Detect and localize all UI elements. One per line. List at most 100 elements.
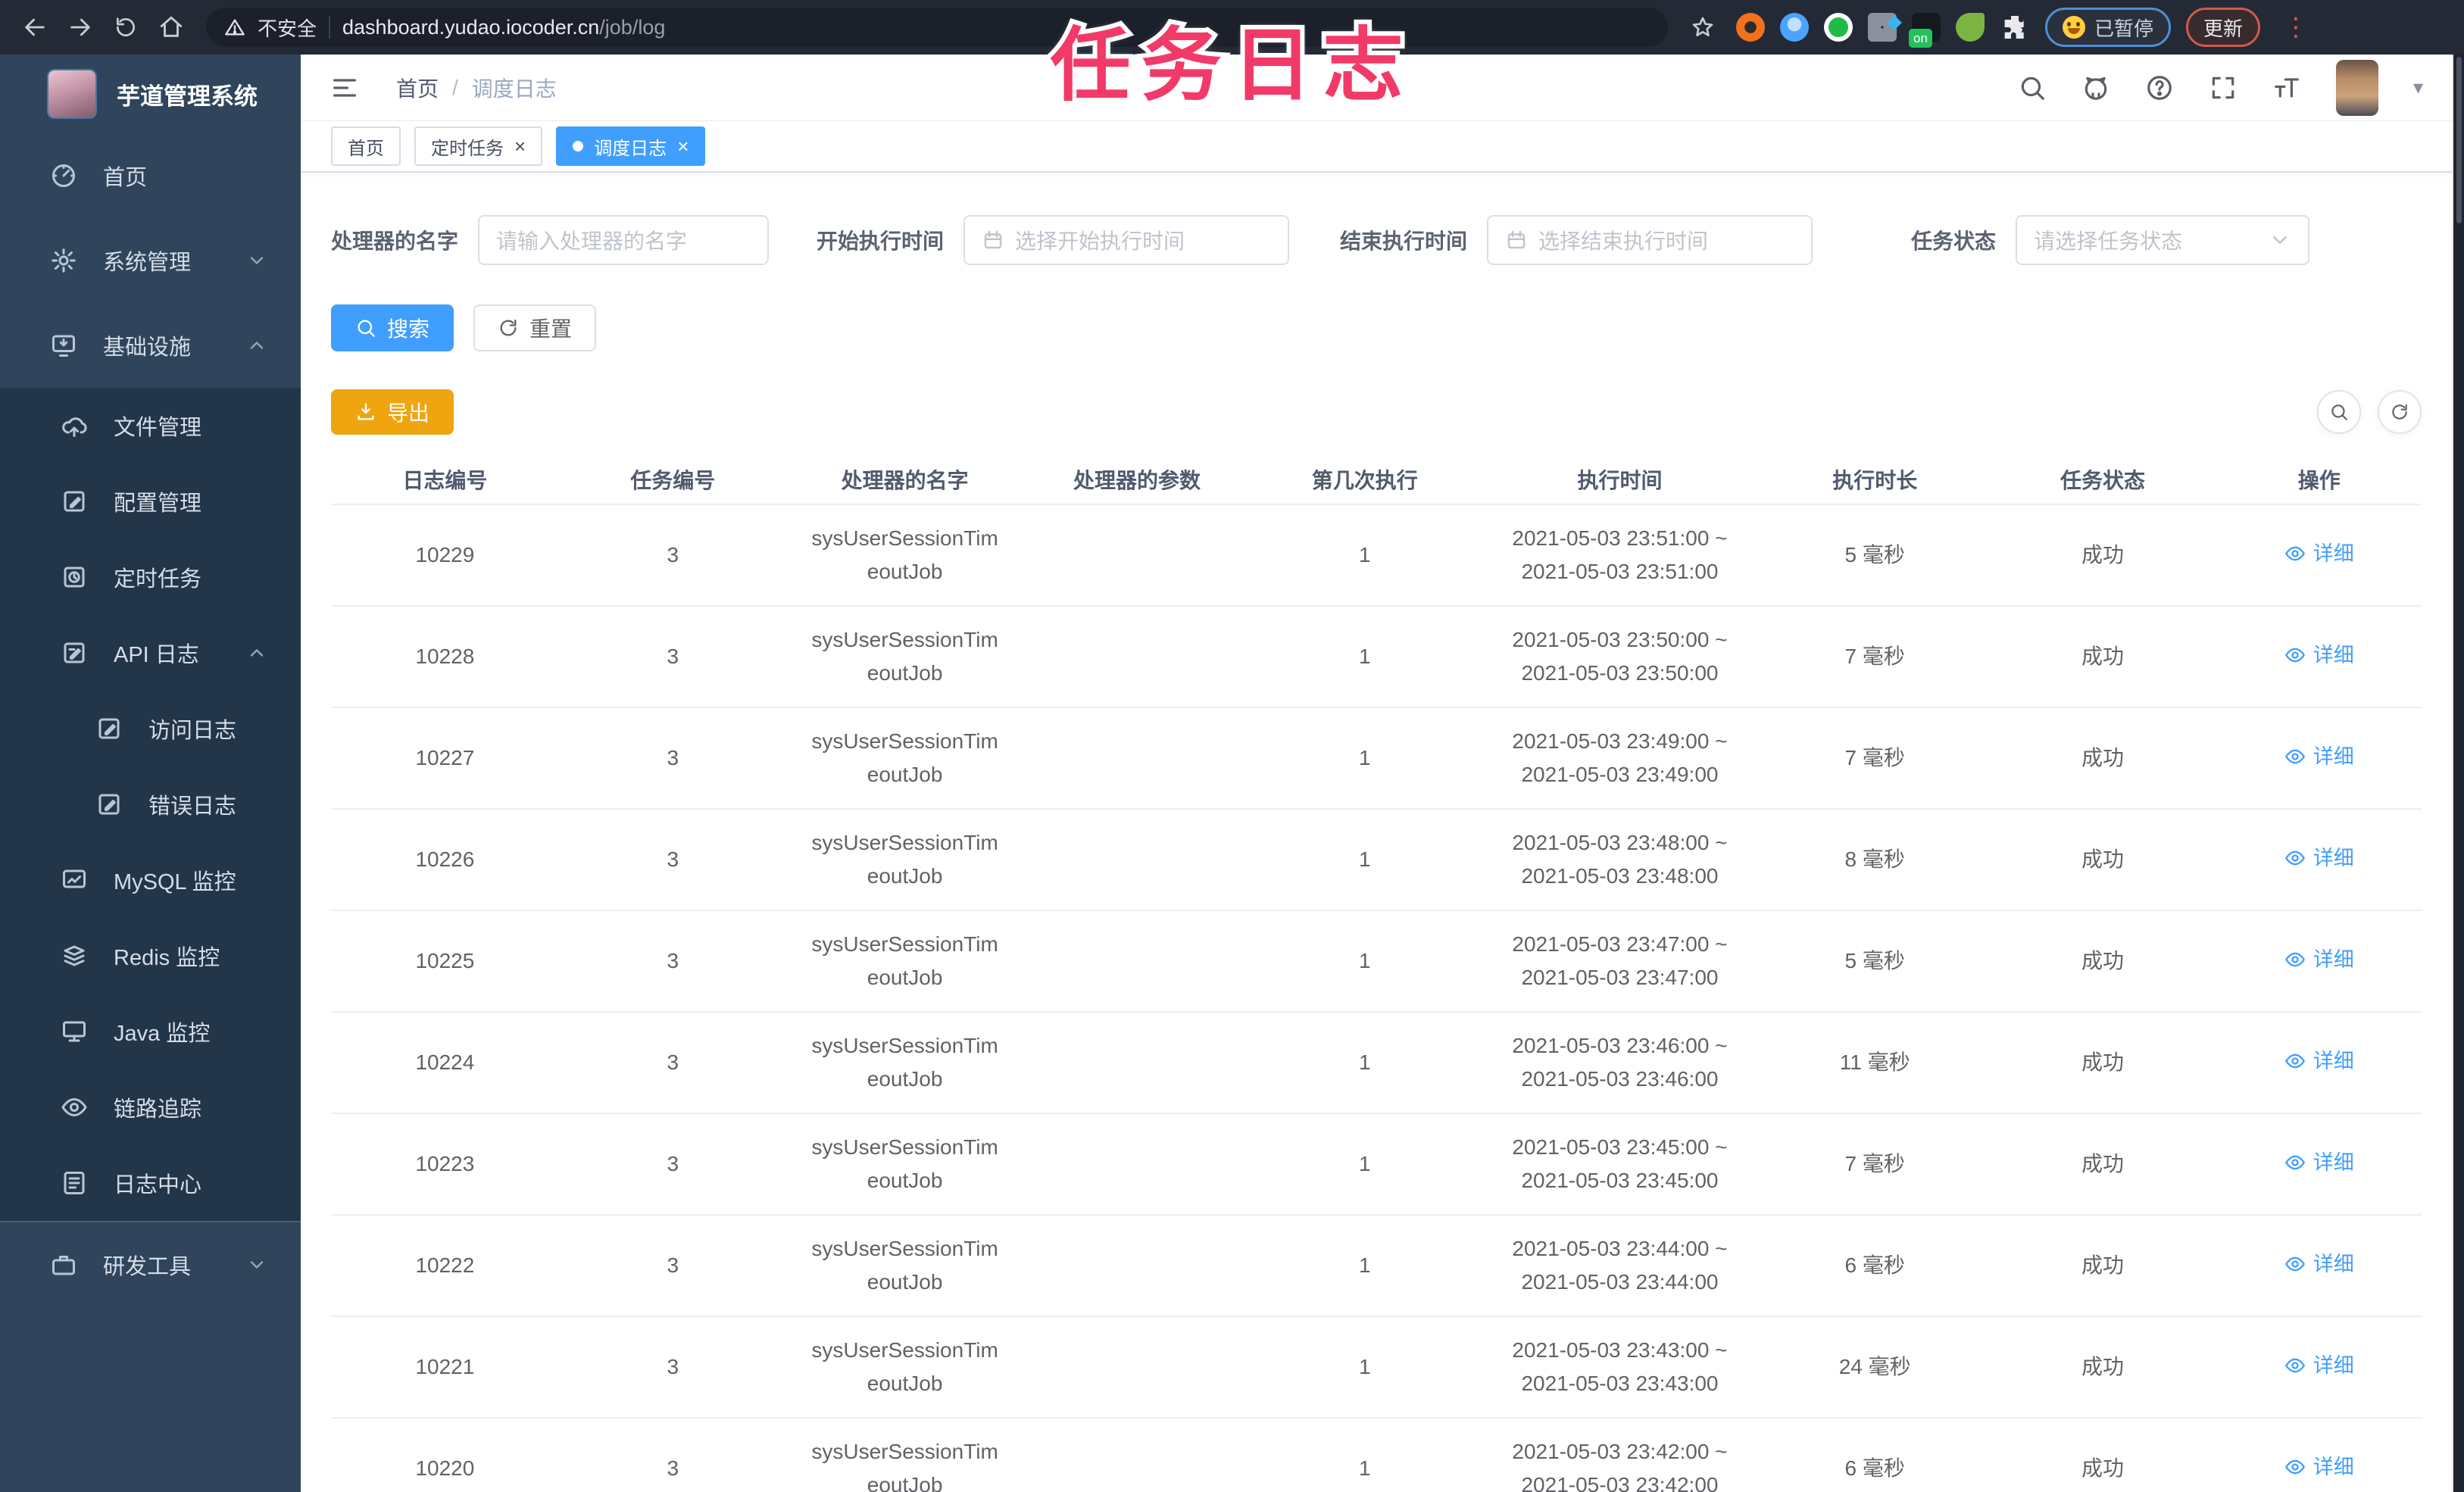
detail-link[interactable]: 详细	[2284, 638, 2354, 672]
sidebar-item-infrastructure[interactable]: 基础设施	[0, 303, 301, 388]
breadcrumb: 首页 / 调度日志	[396, 73, 557, 103]
begin-time-input[interactable]: 选择开始执行时间	[963, 215, 1290, 265]
col-handler-param: 处理器的参数	[1023, 454, 1251, 505]
sidebar-item-java-monitor[interactable]: Java 监控	[0, 994, 301, 1069]
tag-job-log[interactable]: 调度日志 ×	[556, 126, 706, 166]
detail-link[interactable]: 详细	[2284, 1146, 2354, 1179]
detail-link[interactable]: 详细	[2284, 740, 2354, 773]
profile-paused-badge[interactable]: 已暂停	[2045, 8, 2172, 47]
cell-job-id: 3	[558, 1418, 787, 1492]
sidebar-item-home[interactable]: 首页	[0, 133, 301, 218]
tags-view-bar: 首页 定时任务 × 调度日志 ×	[301, 121, 2452, 173]
tag-home[interactable]: 首页	[331, 126, 401, 166]
cell-execute-index: 1	[1251, 606, 1479, 708]
chevron-up-icon	[250, 342, 264, 349]
extension-drop-icon[interactable]	[1780, 13, 1809, 42]
download-icon	[358, 403, 374, 420]
github-icon[interactable]	[2081, 73, 2110, 102]
cell-log-id: 10227	[331, 707, 559, 810]
scrollbar-thumb[interactable]	[2456, 57, 2462, 223]
address-bar[interactable]: 不安全 dashboard.yudao.iocoder.cn/job/log	[206, 8, 1668, 47]
sidebar-item-error-log[interactable]: 错误日志	[0, 766, 301, 842]
detail-link[interactable]: 详细	[2284, 1044, 2354, 1078]
extension-green-icon[interactable]	[1824, 13, 1853, 42]
close-icon[interactable]: ×	[677, 136, 689, 156]
extension-grid-icon[interactable]	[1868, 13, 1897, 42]
extensions-puzzle-icon[interactable]	[2000, 12, 2030, 42]
chevron-up-icon	[250, 649, 264, 657]
cell-actions: 详细	[2216, 910, 2422, 1013]
help-icon[interactable]	[2145, 73, 2174, 102]
detail-link[interactable]: 详细	[2284, 943, 2354, 976]
cell-status: 成功	[1988, 910, 2217, 1013]
sidebar-item-config-management[interactable]: 配置管理	[0, 464, 301, 539]
end-time-input[interactable]: 选择结束执行时间	[1487, 215, 1813, 265]
sidebar-item-log-center[interactable]: 日志中心	[0, 1145, 301, 1221]
refresh-table-button[interactable]	[2378, 390, 2422, 434]
sidebar-item-scheduled-jobs[interactable]: 定时任务	[0, 539, 301, 615]
timer-icon	[64, 567, 85, 588]
search-icon[interactable]	[2018, 73, 2047, 102]
job-status-select[interactable]: 请选择任务状态	[2016, 215, 2310, 265]
extension-leaf-icon[interactable]	[1956, 13, 1985, 42]
browser-toolbar: 不安全 dashboard.yudao.iocoder.cn/job/log o…	[0, 0, 2464, 55]
sidebar-item-access-log[interactable]: 访问日志	[0, 691, 301, 766]
sidebar-item-api-log[interactable]: API 日志	[0, 615, 301, 691]
table-toolbar: 导出	[331, 389, 2422, 435]
fullscreen-icon[interactable]	[2209, 73, 2238, 102]
app-logo-row[interactable]: 芋道管理系统	[0, 55, 301, 133]
detail-link[interactable]: 详细	[2284, 1247, 2354, 1281]
export-button[interactable]: 导出	[331, 389, 454, 435]
sidebar-item-redis-monitor[interactable]: Redis 监控	[0, 918, 301, 994]
detail-link[interactable]: 详细	[2284, 841, 2354, 875]
breadcrumb-home[interactable]: 首页	[396, 73, 439, 103]
hamburger-icon[interactable]	[329, 73, 360, 103]
reset-button[interactable]: 重置	[473, 304, 597, 351]
top-navbar: 首页 / 调度日志 ▾	[301, 55, 2452, 121]
sidebar-item-mysql-monitor[interactable]: MySQL 监控	[0, 842, 301, 918]
detail-link[interactable]: 详细	[2284, 1450, 2354, 1484]
cell-duration: 24 毫秒	[1760, 1316, 1989, 1419]
extension-adblock-icon[interactable]	[1736, 13, 1765, 42]
security-chip[interactable]: 不安全	[258, 14, 317, 42]
divider	[329, 16, 331, 39]
active-dot	[573, 141, 584, 151]
cell-duration: 6 毫秒	[1760, 1215, 1989, 1317]
bookmark-star-icon[interactable]	[1683, 8, 1722, 47]
search-button[interactable]: 搜索	[331, 304, 454, 351]
back-icon[interactable]	[15, 8, 55, 47]
user-menu-caret-icon[interactable]: ▾	[2413, 76, 2423, 99]
home-icon[interactable]	[151, 8, 191, 47]
cell-execute-index: 1	[1251, 1215, 1479, 1317]
sidebar: 芋道管理系统 首页 系统管理 基础设施 文件管理 配置管理 定时任务 API 日…	[0, 55, 301, 1492]
sidebar-item-dev-tools[interactable]: 研发工具	[0, 1222, 301, 1307]
sidebar-item-file-management[interactable]: 文件管理	[0, 388, 301, 464]
cell-execute-time: 2021-05-03 23:48:00 ~2021-05-03 23:48:00	[1479, 809, 1761, 911]
font-size-icon[interactable]	[2272, 73, 2301, 102]
cell-handler-name: sysUserSessionTim eoutJob	[786, 1215, 1023, 1317]
cell-handler-param	[1023, 1316, 1251, 1419]
chevron-down-icon	[250, 257, 264, 264]
user-avatar[interactable]	[2335, 59, 2378, 116]
sidebar-item-system[interactable]: 系统管理	[0, 218, 301, 303]
reload-icon[interactable]	[106, 8, 145, 47]
browser-menu-icon[interactable]: ⋮	[2275, 12, 2316, 42]
toggle-search-button[interactable]	[2317, 390, 2361, 434]
handler-name-input[interactable]: 请输入处理器的名字	[478, 215, 770, 265]
table-row: 10229 3 sysUserSessionTim eoutJob 1 2021-…	[331, 504, 2422, 607]
cell-handler-name: sysUserSessionTim eoutJob	[786, 1418, 1023, 1492]
field-label: 开始执行时间	[817, 229, 945, 253]
extension-switch-icon[interactable]: on	[1909, 13, 1941, 48]
detail-link[interactable]: 详细	[2284, 537, 2354, 570]
page-scrollbar[interactable]	[2452, 55, 2464, 1492]
sidebar-item-tracing[interactable]: 链路追踪	[0, 1069, 301, 1145]
layers-icon	[64, 945, 85, 966]
table-row: 10227 3 sysUserSessionTim eoutJob 1 2021-…	[331, 707, 2422, 810]
close-icon[interactable]: ×	[514, 136, 526, 156]
cell-duration: 8 毫秒	[1760, 809, 1989, 911]
forward-icon[interactable]	[61, 8, 100, 47]
update-button[interactable]: 更新	[2186, 8, 2261, 47]
tag-scheduled-jobs[interactable]: 定时任务 ×	[414, 126, 543, 166]
detail-link[interactable]: 详细	[2284, 1349, 2354, 1382]
cell-handler-param	[1023, 1113, 1251, 1216]
